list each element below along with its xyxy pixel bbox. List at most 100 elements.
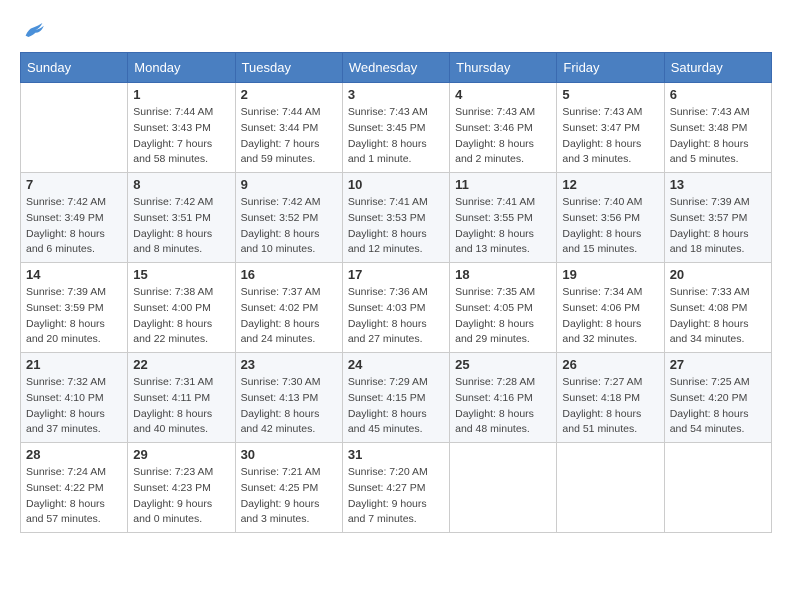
day-info: Sunrise: 7:28 AMSunset: 4:16 PMDaylight:… <box>455 375 551 438</box>
calendar-cell: 5 Sunrise: 7:43 AMSunset: 3:47 PMDaylight… <box>557 83 664 173</box>
calendar-cell: 26Sunrise: 7:27 AMSunset: 4:18 PMDayligh… <box>557 353 664 443</box>
day-number: 5 <box>562 87 658 102</box>
day-number: 11 <box>455 177 551 192</box>
day-info: Sunrise: 7:43 AMSunset: 3:47 PMDaylight:… <box>562 105 658 168</box>
day-number: 3 <box>348 87 444 102</box>
calendar-week-row: 28 Sunrise: 7:24 AMSunset: 4:22 PMDayligh… <box>21 443 772 533</box>
calendar-cell: 15 Sunrise: 7:38 AMSunset: 4:00 PMDayligh… <box>128 263 235 353</box>
calendar-cell: 23 Sunrise: 7:30 AMSunset: 4:13 PMDayligh… <box>235 353 342 443</box>
calendar-week-row: 7 Sunrise: 7:42 AMSunset: 3:49 PMDaylight… <box>21 173 772 263</box>
weekday-header: Saturday <box>664 53 771 83</box>
day-info: Sunrise: 7:44 AMSunset: 3:43 PMDaylight:… <box>133 105 229 168</box>
calendar-cell <box>450 443 557 533</box>
calendar-cell: 18 Sunrise: 7:35 AMSunset: 4:05 PMDayligh… <box>450 263 557 353</box>
day-number: 10 <box>348 177 444 192</box>
calendar-cell: 30Sunrise: 7:21 AMSunset: 4:25 PMDayligh… <box>235 443 342 533</box>
calendar-cell: 11 Sunrise: 7:41 AMSunset: 3:55 PMDayligh… <box>450 173 557 263</box>
calendar-cell: 27 Sunrise: 7:25 AMSunset: 4:20 PMDayligh… <box>664 353 771 443</box>
weekday-header: Thursday <box>450 53 557 83</box>
calendar-cell: 14 Sunrise: 7:39 AMSunset: 3:59 PMDayligh… <box>21 263 128 353</box>
calendar-cell: 12Sunrise: 7:40 AMSunset: 3:56 PMDayligh… <box>557 173 664 263</box>
day-info: Sunrise: 7:42 AMSunset: 3:52 PMDaylight:… <box>241 195 337 258</box>
day-number: 21 <box>26 357 122 372</box>
day-number: 19 <box>562 267 658 282</box>
day-number: 18 <box>455 267 551 282</box>
day-info: Sunrise: 7:34 AMSunset: 4:06 PMDaylight:… <box>562 285 658 348</box>
day-number: 29 <box>133 447 229 462</box>
day-number: 7 <box>26 177 122 192</box>
day-info: Sunrise: 7:44 AMSunset: 3:44 PMDaylight:… <box>241 105 337 168</box>
day-number: 2 <box>241 87 337 102</box>
day-number: 24 <box>348 357 444 372</box>
day-info: Sunrise: 7:30 AMSunset: 4:13 PMDaylight:… <box>241 375 337 438</box>
day-number: 23 <box>241 357 337 372</box>
day-number: 6 <box>670 87 766 102</box>
day-info: Sunrise: 7:36 AMSunset: 4:03 PMDaylight:… <box>348 285 444 348</box>
calendar-week-row: 1 Sunrise: 7:44 AMSunset: 3:43 PMDaylight… <box>21 83 772 173</box>
day-info: Sunrise: 7:41 AMSunset: 3:53 PMDaylight:… <box>348 195 444 258</box>
calendar-cell: 9 Sunrise: 7:42 AMSunset: 3:52 PMDaylight… <box>235 173 342 263</box>
weekday-header: Wednesday <box>342 53 449 83</box>
calendar-cell: 31Sunrise: 7:20 AMSunset: 4:27 PMDayligh… <box>342 443 449 533</box>
calendar-cell: 19 Sunrise: 7:34 AMSunset: 4:06 PMDayligh… <box>557 263 664 353</box>
calendar-week-row: 21Sunrise: 7:32 AMSunset: 4:10 PMDayligh… <box>21 353 772 443</box>
calendar-table: SundayMondayTuesdayWednesdayThursdayFrid… <box>20 52 772 533</box>
calendar-week-row: 14 Sunrise: 7:39 AMSunset: 3:59 PMDayligh… <box>21 263 772 353</box>
day-number: 9 <box>241 177 337 192</box>
calendar-cell: 20 Sunrise: 7:33 AMSunset: 4:08 PMDayligh… <box>664 263 771 353</box>
day-number: 22 <box>133 357 229 372</box>
calendar-cell: 28 Sunrise: 7:24 AMSunset: 4:22 PMDayligh… <box>21 443 128 533</box>
calendar-cell: 21Sunrise: 7:32 AMSunset: 4:10 PMDayligh… <box>21 353 128 443</box>
day-info: Sunrise: 7:21 AMSunset: 4:25 PMDaylight:… <box>241 465 337 528</box>
calendar-cell: 29Sunrise: 7:23 AMSunset: 4:23 PMDayligh… <box>128 443 235 533</box>
day-number: 4 <box>455 87 551 102</box>
calendar-cell: 17 Sunrise: 7:36 AMSunset: 4:03 PMDayligh… <box>342 263 449 353</box>
calendar-cell: 2 Sunrise: 7:44 AMSunset: 3:44 PMDaylight… <box>235 83 342 173</box>
day-info: Sunrise: 7:33 AMSunset: 4:08 PMDaylight:… <box>670 285 766 348</box>
logo <box>20 16 52 44</box>
day-number: 20 <box>670 267 766 282</box>
day-number: 25 <box>455 357 551 372</box>
day-info: Sunrise: 7:40 AMSunset: 3:56 PMDaylight:… <box>562 195 658 258</box>
calendar-cell: 4Sunrise: 7:43 AMSunset: 3:46 PMDaylight… <box>450 83 557 173</box>
day-info: Sunrise: 7:24 AMSunset: 4:22 PMDaylight:… <box>26 465 122 528</box>
day-number: 17 <box>348 267 444 282</box>
day-info: Sunrise: 7:25 AMSunset: 4:20 PMDaylight:… <box>670 375 766 438</box>
day-number: 28 <box>26 447 122 462</box>
day-info: Sunrise: 7:29 AMSunset: 4:15 PMDaylight:… <box>348 375 444 438</box>
calendar-cell: 8Sunrise: 7:42 AMSunset: 3:51 PMDaylight… <box>128 173 235 263</box>
weekday-header: Sunday <box>21 53 128 83</box>
day-info: Sunrise: 7:39 AMSunset: 3:59 PMDaylight:… <box>26 285 122 348</box>
calendar-cell <box>664 443 771 533</box>
day-number: 15 <box>133 267 229 282</box>
calendar-cell: 10 Sunrise: 7:41 AMSunset: 3:53 PMDayligh… <box>342 173 449 263</box>
weekday-header: Friday <box>557 53 664 83</box>
day-number: 1 <box>133 87 229 102</box>
day-number: 13 <box>670 177 766 192</box>
calendar-cell: 7 Sunrise: 7:42 AMSunset: 3:49 PMDaylight… <box>21 173 128 263</box>
day-info: Sunrise: 7:20 AMSunset: 4:27 PMDaylight:… <box>348 465 444 528</box>
calendar-cell: 25 Sunrise: 7:28 AMSunset: 4:16 PMDayligh… <box>450 353 557 443</box>
weekday-header: Monday <box>128 53 235 83</box>
day-info: Sunrise: 7:42 AMSunset: 3:51 PMDaylight:… <box>133 195 229 258</box>
day-info: Sunrise: 7:27 AMSunset: 4:18 PMDaylight:… <box>562 375 658 438</box>
day-info: Sunrise: 7:38 AMSunset: 4:00 PMDaylight:… <box>133 285 229 348</box>
day-info: Sunrise: 7:43 AMSunset: 3:48 PMDaylight:… <box>670 105 766 168</box>
day-info: Sunrise: 7:35 AMSunset: 4:05 PMDaylight:… <box>455 285 551 348</box>
day-info: Sunrise: 7:43 AMSunset: 3:45 PMDaylight:… <box>348 105 444 168</box>
day-info: Sunrise: 7:31 AMSunset: 4:11 PMDaylight:… <box>133 375 229 438</box>
day-info: Sunrise: 7:42 AMSunset: 3:49 PMDaylight:… <box>26 195 122 258</box>
bird-icon <box>20 16 48 44</box>
day-number: 14 <box>26 267 122 282</box>
day-info: Sunrise: 7:41 AMSunset: 3:55 PMDaylight:… <box>455 195 551 258</box>
header <box>20 16 772 44</box>
day-number: 16 <box>241 267 337 282</box>
day-number: 27 <box>670 357 766 372</box>
day-info: Sunrise: 7:39 AMSunset: 3:57 PMDaylight:… <box>670 195 766 258</box>
calendar-header-row: SundayMondayTuesdayWednesdayThursdayFrid… <box>21 53 772 83</box>
calendar-cell: 16Sunrise: 7:37 AMSunset: 4:02 PMDayligh… <box>235 263 342 353</box>
calendar-cell <box>557 443 664 533</box>
calendar-cell: 22 Sunrise: 7:31 AMSunset: 4:11 PMDayligh… <box>128 353 235 443</box>
calendar-cell: 6 Sunrise: 7:43 AMSunset: 3:48 PMDaylight… <box>664 83 771 173</box>
weekday-header: Tuesday <box>235 53 342 83</box>
